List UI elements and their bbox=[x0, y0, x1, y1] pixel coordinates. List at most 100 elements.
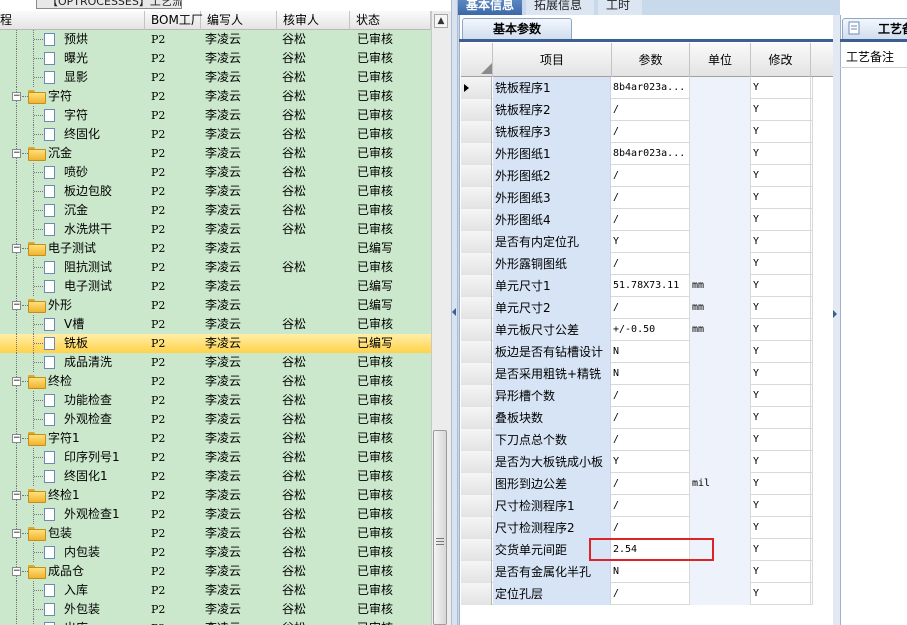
param-row[interactable]: 是否为大板铣成小板 Y Y bbox=[461, 451, 833, 473]
param-item-cell[interactable]: 叠板块数 bbox=[493, 407, 611, 429]
param-modify-cell[interactable]: Y bbox=[751, 187, 811, 209]
param-item-cell[interactable]: 外形图纸3 bbox=[493, 187, 611, 209]
tree-row[interactable]: − 终检 P2 李凌云 谷松 已审核 bbox=[0, 372, 431, 391]
param-value-cell[interactable]: / bbox=[612, 429, 690, 451]
param-item-cell[interactable]: 图形到边公差 bbox=[493, 473, 611, 495]
param-item-cell[interactable]: 是否为大板铣成小板 bbox=[493, 451, 611, 473]
row-selector[interactable] bbox=[461, 473, 492, 495]
param-value-cell[interactable]: / bbox=[612, 385, 690, 407]
tree-row[interactable]: 板边包胶 P2 李凌云 谷松 已审核 bbox=[0, 182, 431, 201]
param-item-cell[interactable]: 尺寸检测程序2 bbox=[493, 517, 611, 539]
param-row[interactable]: 外形图纸4 / Y bbox=[461, 209, 833, 231]
param-row[interactable]: 单元板尺寸公差 +/-0.50 mm Y bbox=[461, 319, 833, 341]
param-item-cell[interactable]: 异形槽个数 bbox=[493, 385, 611, 407]
tree-row[interactable]: 水洗烘干 P2 李凌云 谷松 已审核 bbox=[0, 220, 431, 239]
row-selector[interactable] bbox=[461, 77, 492, 99]
param-row[interactable]: 外形露铜图纸 / Y bbox=[461, 253, 833, 275]
tab-work-hours[interactable]: 工时 bbox=[598, 0, 642, 15]
param-row[interactable]: 外形图纸1 8b4ar023a... Y bbox=[461, 143, 833, 165]
param-item-cell[interactable]: 板边是否有钻槽设计 bbox=[493, 341, 611, 363]
param-item-cell[interactable]: 外形图纸2 bbox=[493, 165, 611, 187]
param-value-cell[interactable]: / bbox=[612, 517, 690, 539]
tree-row[interactable]: − 外形 P2 李凌云 已编写 bbox=[0, 296, 431, 315]
row-selector[interactable] bbox=[461, 407, 492, 429]
param-value-cell[interactable]: / bbox=[612, 407, 690, 429]
param-item-cell[interactable]: 定位孔层 bbox=[493, 583, 611, 605]
tree-row[interactable]: − 包装 P2 李凌云 谷松 已审核 bbox=[0, 524, 431, 543]
row-selector[interactable] bbox=[461, 99, 492, 121]
tab-basic-params[interactable]: 基本参数 bbox=[462, 18, 572, 40]
param-value-cell[interactable]: N bbox=[612, 341, 690, 363]
tree-row[interactable]: 电子测试 P2 李凌云 已编写 bbox=[0, 277, 431, 296]
param-value-cell[interactable]: N bbox=[612, 561, 690, 583]
tree-row[interactable]: 铣板 P2 李凌云 已编写 bbox=[0, 334, 431, 353]
param-row[interactable]: 单元尺寸2 / mm Y bbox=[461, 297, 833, 319]
param-unit-cell[interactable] bbox=[690, 429, 751, 451]
param-unit-cell[interactable]: mm bbox=[690, 275, 751, 297]
collapse-toggle-icon[interactable]: − bbox=[12, 491, 21, 500]
param-item-cell[interactable]: 下刀点总个数 bbox=[493, 429, 611, 451]
param-item-cell[interactable]: 是否有内定位孔 bbox=[493, 231, 611, 253]
param-unit-cell[interactable] bbox=[690, 451, 751, 473]
param-modify-cell[interactable]: Y bbox=[751, 451, 811, 473]
param-value-cell[interactable]: N bbox=[612, 363, 690, 385]
param-value-cell[interactable]: / bbox=[612, 165, 690, 187]
param-row[interactable]: 铣板程序1 8b4ar023a... Y bbox=[461, 77, 833, 99]
header-param[interactable]: 参数 bbox=[612, 43, 690, 77]
param-item-cell[interactable]: 铣板程序2 bbox=[493, 99, 611, 121]
tree-row[interactable]: 出库 P2 李凌云 谷松 已审核 bbox=[0, 619, 431, 625]
param-unit-cell[interactable] bbox=[690, 517, 751, 539]
param-item-cell[interactable]: 外形图纸1 bbox=[493, 143, 611, 165]
header-reviewer[interactable]: 核审人 bbox=[277, 11, 350, 30]
tree-row[interactable]: 显影 P2 李凌云 谷松 已审核 bbox=[0, 68, 431, 87]
param-row[interactable]: 图形到边公差 / mil Y bbox=[461, 473, 833, 495]
tree-row[interactable]: 外观检查1 P2 李凌云 谷松 已审核 bbox=[0, 505, 431, 524]
param-unit-cell[interactable] bbox=[690, 165, 751, 187]
param-item-cell[interactable]: 外形露铜图纸 bbox=[493, 253, 611, 275]
row-selector[interactable] bbox=[461, 209, 492, 231]
param-modify-cell[interactable]: Y bbox=[751, 561, 811, 583]
tree-row[interactable]: 功能检查 P2 李凌云 谷松 已审核 bbox=[0, 391, 431, 410]
param-row[interactable]: 尺寸检测程序1 / Y bbox=[461, 495, 833, 517]
param-item-cell[interactable]: 是否采用粗铣+精铣 bbox=[493, 363, 611, 385]
row-selector[interactable] bbox=[461, 341, 492, 363]
param-item-cell[interactable]: 外形图纸4 bbox=[493, 209, 611, 231]
tree-row[interactable]: − 沉金 P2 李凌云 谷松 已审核 bbox=[0, 144, 431, 163]
row-selector[interactable] bbox=[461, 451, 492, 473]
row-selector[interactable] bbox=[461, 363, 492, 385]
row-selector[interactable] bbox=[461, 253, 492, 275]
tree-row[interactable]: 外包装 P2 李凌云 谷松 已审核 bbox=[0, 600, 431, 619]
tree-row[interactable]: 成品清洗 P2 李凌云 谷松 已审核 bbox=[0, 353, 431, 372]
collapse-toggle-icon[interactable]: − bbox=[12, 301, 21, 310]
tree-row[interactable]: − 字符1 P2 李凌云 谷松 已审核 bbox=[0, 429, 431, 448]
param-value-cell[interactable]: / bbox=[612, 99, 690, 121]
param-unit-cell[interactable] bbox=[690, 209, 751, 231]
header-modify[interactable]: 修改 bbox=[751, 43, 811, 77]
param-modify-cell[interactable]: Y bbox=[751, 275, 811, 297]
param-row[interactable]: 铣板程序3 / Y bbox=[461, 121, 833, 143]
collapse-toggle-icon[interactable]: − bbox=[12, 434, 21, 443]
param-unit-cell[interactable] bbox=[690, 561, 751, 583]
param-modify-cell[interactable]: Y bbox=[751, 517, 811, 539]
collapse-toggle-icon[interactable]: − bbox=[12, 567, 21, 576]
tree-row[interactable]: 曝光 P2 李凌云 谷松 已审核 bbox=[0, 49, 431, 68]
param-unit-cell[interactable]: mil bbox=[690, 473, 751, 495]
param-modify-cell[interactable]: Y bbox=[751, 363, 811, 385]
param-modify-cell[interactable]: Y bbox=[751, 165, 811, 187]
header-bom-factory[interactable]: BOM工厂 bbox=[145, 11, 203, 30]
param-modify-cell[interactable]: Y bbox=[751, 297, 811, 319]
param-row[interactable]: 异形槽个数 / Y bbox=[461, 385, 833, 407]
param-value-cell[interactable]: +/-0.50 bbox=[612, 319, 690, 341]
param-modify-cell[interactable]: Y bbox=[751, 429, 811, 451]
row-selector[interactable] bbox=[461, 517, 492, 539]
param-unit-cell[interactable] bbox=[690, 187, 751, 209]
row-selector[interactable] bbox=[461, 539, 492, 561]
row-selector[interactable] bbox=[461, 231, 492, 253]
collapse-right-arrow-icon[interactable] bbox=[833, 310, 837, 318]
param-modify-cell[interactable]: Y bbox=[751, 539, 811, 561]
param-item-cell[interactable]: 尺寸检测程序1 bbox=[493, 495, 611, 517]
param-row[interactable]: 外形图纸3 / Y bbox=[461, 187, 833, 209]
row-selector[interactable] bbox=[461, 319, 492, 341]
param-modify-cell[interactable]: Y bbox=[751, 143, 811, 165]
param-value-cell[interactable]: 8b4ar023a... bbox=[612, 143, 690, 165]
